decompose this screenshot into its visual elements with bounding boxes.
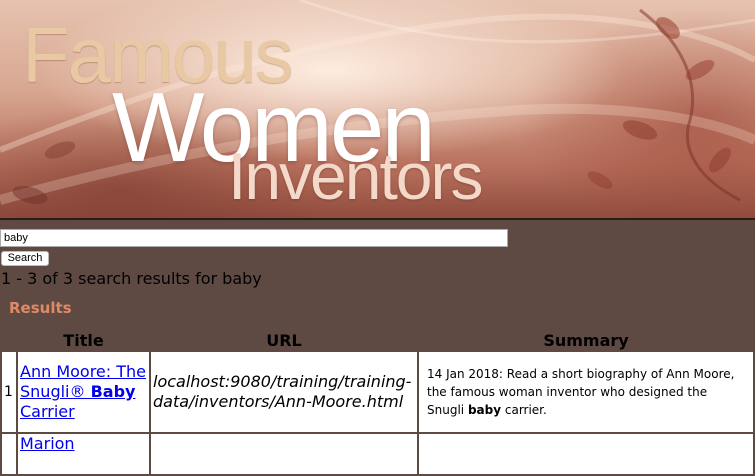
title-text: Marion	[20, 434, 75, 453]
results-table: Title URL Summary 1 Ann Moore: The Snugl…	[0, 328, 755, 476]
results-heading: Results	[9, 299, 72, 317]
result-title-link[interactable]: Ann Moore: The Snugli® Baby Carrier	[20, 362, 146, 421]
row-number: 1	[2, 352, 16, 432]
title-text-end: Carrier	[20, 402, 75, 421]
summary-text-end: carrier.	[501, 403, 547, 417]
results-count: 1 - 3 of 3 search results for baby	[1, 269, 262, 288]
table-row: 1 Ann Moore: The Snugli® Baby Carrier lo…	[2, 352, 753, 432]
search-input[interactable]	[0, 229, 508, 247]
banner-title-inventors: Inventors	[228, 139, 483, 213]
column-header-summary: Summary	[543, 330, 629, 350]
result-title-link[interactable]: Marion	[20, 434, 75, 453]
result-title-cell: Ann Moore: The Snugli® Baby Carrier	[18, 352, 149, 432]
result-url-cell: localhost:9080/training/training-data/in…	[151, 352, 417, 432]
banner-divider	[0, 218, 755, 220]
title-highlight: Baby	[90, 382, 136, 401]
column-header-title: Title	[63, 330, 104, 350]
column-header-url: URL	[266, 330, 302, 350]
result-summary-cell: 14 Jan 2018: Read a short biography of A…	[419, 352, 753, 432]
site-banner: Famous Women Inventors	[0, 0, 755, 220]
table-header-row: Title URL Summary	[2, 330, 753, 350]
summary-highlight: baby	[467, 403, 502, 417]
result-url-cell	[151, 434, 417, 474]
result-summary-cell	[419, 434, 753, 474]
search-button[interactable]: Search	[1, 251, 49, 266]
result-title-cell: Marion	[18, 434, 149, 474]
result-url: localhost:9080/training/training-data/in…	[153, 372, 412, 411]
column-header-num	[2, 330, 16, 350]
table-row: Marion	[2, 434, 753, 474]
row-number	[2, 434, 16, 474]
